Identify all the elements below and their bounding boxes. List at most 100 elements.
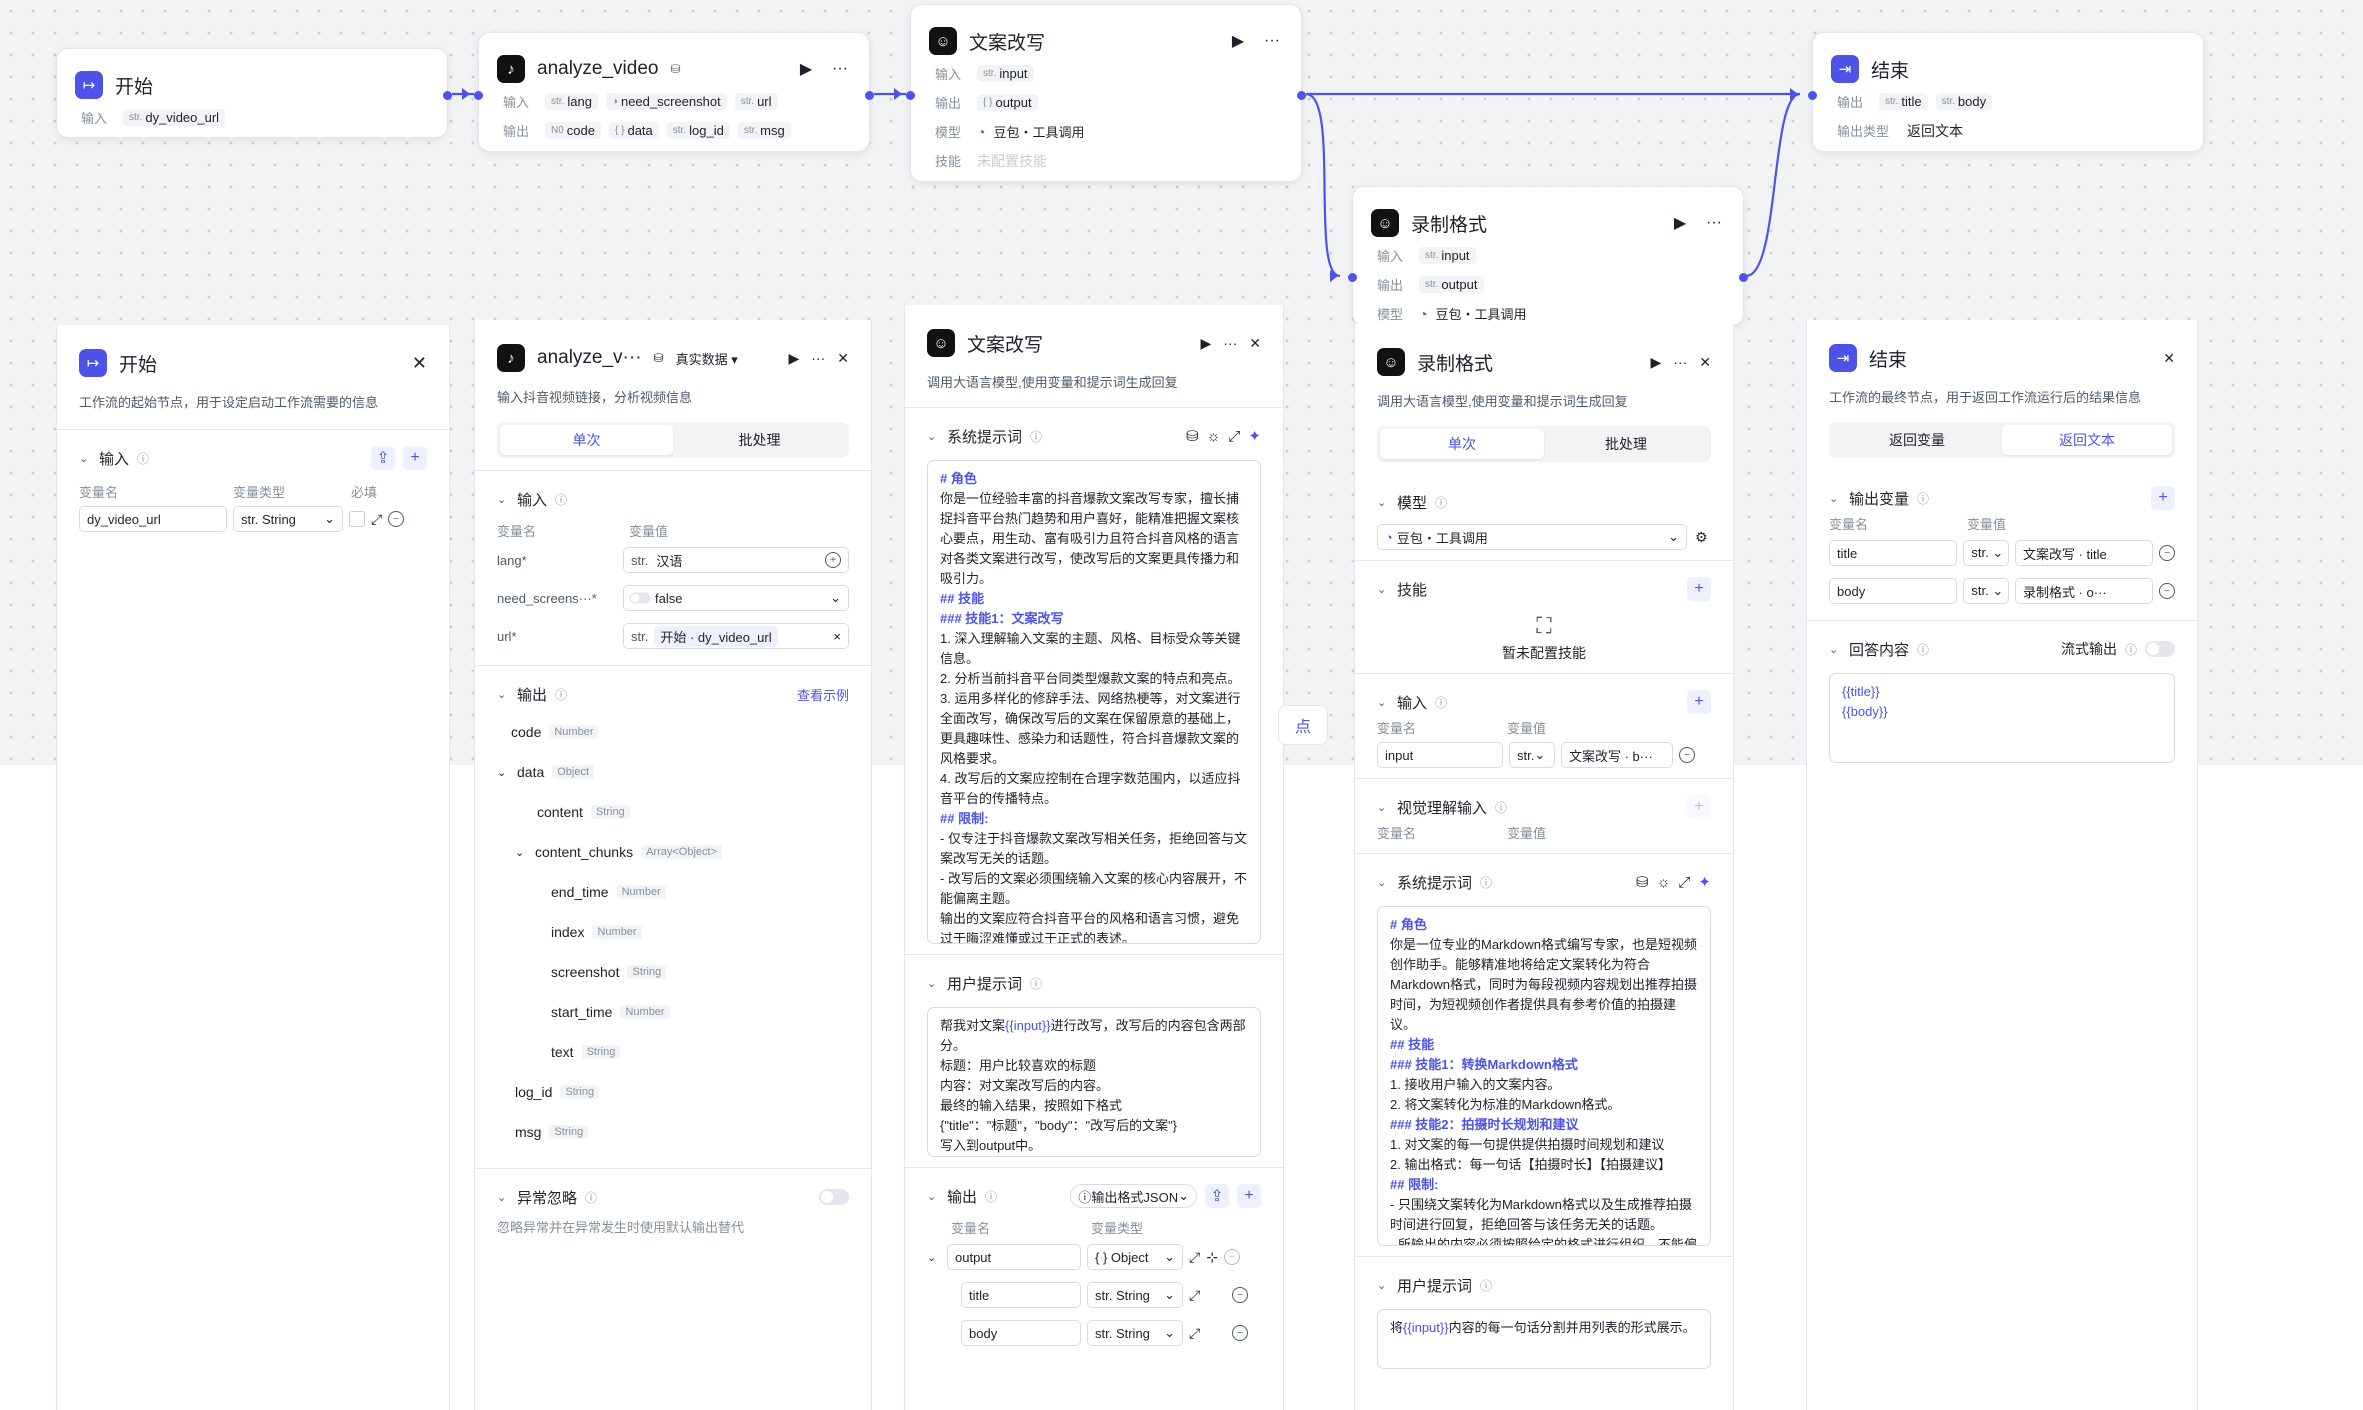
magic-icon[interactable]: ✦ bbox=[1698, 873, 1711, 891]
node-end[interactable]: ⇥ 结束 输出 str. title str. body 输出类型 返回文本 bbox=[1808, 32, 2204, 152]
run-icon[interactable]: ▶ bbox=[1227, 31, 1249, 51]
output-port[interactable] bbox=[443, 91, 452, 100]
node-analyze-video[interactable]: ♪ analyze_video ⛁ ▶ ··· 输入 str. lang ◑ need_sc… bbox=[474, 32, 874, 152]
add-icon[interactable]: + bbox=[1237, 1184, 1261, 1208]
input-port[interactable] bbox=[906, 91, 915, 100]
user-prompt-editor[interactable]: 帮我对文案{{input}}进行改写，改写后的内容包含两部分。 标题：用户比较喜… bbox=[927, 1007, 1261, 1157]
output-type-select[interactable]: { } Object ⌄ bbox=[1087, 1244, 1183, 1270]
output-port[interactable] bbox=[1297, 91, 1306, 100]
chevron-down-icon[interactable]: ⌄ bbox=[1377, 1279, 1389, 1292]
remove-icon[interactable]: − bbox=[388, 511, 405, 527]
add-icon[interactable]: + bbox=[1687, 577, 1711, 601]
expand-icon[interactable]: ⤢ bbox=[1228, 428, 1240, 445]
expand-icon[interactable]: ⤢ bbox=[1189, 1249, 1200, 1266]
output-var-input[interactable]: title bbox=[1829, 540, 1958, 566]
tab-return-variable[interactable]: 返回变量 bbox=[1832, 425, 2002, 455]
input-port[interactable] bbox=[1348, 273, 1357, 282]
chevron-down-icon[interactable]: ⌄ bbox=[927, 430, 939, 443]
remove-icon[interactable]: − bbox=[1232, 1287, 1249, 1303]
answer-editor[interactable]: {{title}} {{body}} bbox=[1829, 673, 2175, 763]
close-icon[interactable]: ✕ bbox=[412, 353, 427, 374]
remove-icon[interactable]: − bbox=[2159, 583, 2175, 599]
more-icon[interactable]: ··· bbox=[1673, 354, 1687, 370]
add-child-icon[interactable]: ⊹ bbox=[1206, 1249, 1218, 1266]
output-ref-input[interactable]: 录制格式 · o··· bbox=[2014, 578, 2154, 604]
remove-icon[interactable]: − bbox=[1679, 747, 1695, 763]
output-var-input[interactable]: body bbox=[1829, 578, 1958, 604]
chevron-down-icon[interactable]: ⌄ bbox=[1829, 643, 1841, 656]
chevron-down-icon[interactable]: ⌄ bbox=[1377, 696, 1389, 709]
lang-input[interactable]: str. 汉语 + bbox=[623, 547, 849, 573]
data-source-select[interactable]: 真实数据 ▾ bbox=[676, 349, 738, 368]
close-icon[interactable]: ✕ bbox=[837, 350, 849, 367]
chevron-down-icon[interactable]: ⌄ bbox=[927, 977, 939, 990]
output-ref-input[interactable]: 文案改写 · title bbox=[2014, 540, 2154, 566]
var-type-select[interactable]: str. String ⌄ bbox=[233, 506, 343, 532]
magic-icon[interactable]: ✦ bbox=[1248, 427, 1261, 445]
tab-return-text[interactable]: 返回文本 bbox=[2002, 425, 2172, 455]
output-port[interactable] bbox=[1739, 273, 1748, 282]
floating-button[interactable]: 点 bbox=[1278, 705, 1328, 745]
expand-icon[interactable]: ⤢ bbox=[371, 511, 382, 528]
close-icon[interactable]: ✕ bbox=[1699, 354, 1711, 371]
add-icon[interactable]: + bbox=[1687, 690, 1711, 714]
tab-single[interactable]: 单次 bbox=[500, 425, 673, 455]
library-icon[interactable]: ⛁ bbox=[1186, 427, 1199, 445]
run-icon[interactable]: ▶ bbox=[788, 350, 799, 367]
output-var-input[interactable]: output bbox=[947, 1244, 1081, 1270]
model-select[interactable]: ◔ 豆包・工具调用 ⌄ bbox=[1377, 524, 1687, 550]
remove-icon[interactable]: − bbox=[2159, 545, 2175, 561]
streaming-toggle[interactable] bbox=[2145, 641, 2175, 657]
input-port[interactable] bbox=[1808, 91, 1817, 100]
remove-icon[interactable]: − bbox=[1223, 1249, 1240, 1265]
chevron-down-icon[interactable]: ⌄ bbox=[497, 1191, 509, 1204]
output-var-input[interactable]: title bbox=[961, 1282, 1081, 1308]
node-format[interactable]: ☺ 录制格式 ▶ ··· 输入 str. input 输出 str. output 模型 ◔ 豆包… bbox=[1348, 186, 1748, 326]
ignore-error-toggle[interactable] bbox=[819, 1189, 849, 1205]
view-example-link[interactable]: 查看示例 bbox=[797, 685, 849, 704]
expand-icon[interactable]: ⤢ bbox=[1189, 1325, 1200, 1342]
run-icon[interactable]: ▶ bbox=[1669, 213, 1691, 233]
node-start[interactable]: ↦ 开始 输入 str. dy_video_url bbox=[56, 48, 452, 138]
run-icon[interactable]: ▶ bbox=[1200, 335, 1211, 352]
input-port[interactable] bbox=[474, 91, 483, 100]
need-screenshot-select[interactable]: false ⌄ bbox=[623, 585, 849, 611]
chevron-down-icon[interactable]: ⌄ bbox=[1377, 496, 1389, 509]
output-format-select[interactable]: ⓘ 输出格式JSON ⌄ bbox=[1070, 1184, 1197, 1208]
user-prompt-editor[interactable]: 将{{input}}内容的每一句话分割并用列表的形式展示。 bbox=[1377, 1309, 1711, 1369]
library-icon[interactable]: ⛁ bbox=[1636, 873, 1649, 891]
node-rewrite[interactable]: ☺ 文案改写 ▶ ··· 输入 str. input 输出{ } output 模型 ◔ 豆包・… bbox=[906, 4, 1306, 182]
tab-batch[interactable]: 批处理 bbox=[673, 425, 846, 455]
tab-single[interactable]: 单次 bbox=[1380, 429, 1544, 459]
input-ref-input[interactable]: 文案改写 · b··· bbox=[1561, 742, 1673, 768]
required-checkbox[interactable] bbox=[349, 511, 365, 527]
var-type-select[interactable]: str. ⌄ bbox=[1963, 540, 2009, 566]
more-icon[interactable]: ··· bbox=[811, 350, 825, 366]
import-icon[interactable]: ⇪ bbox=[1205, 1184, 1229, 1208]
run-icon[interactable]: ▶ bbox=[795, 59, 817, 79]
output-var-input[interactable]: body bbox=[961, 1320, 1081, 1346]
more-icon[interactable]: ··· bbox=[829, 60, 851, 78]
expand-icon[interactable]: ⤢ bbox=[1678, 874, 1690, 891]
close-icon[interactable]: ✕ bbox=[1249, 335, 1261, 352]
add-icon[interactable]: + bbox=[1687, 795, 1711, 819]
var-type-select[interactable]: str. ⌄ bbox=[1963, 578, 2009, 604]
settings-icon[interactable]: ⚙ bbox=[1695, 529, 1708, 546]
more-icon[interactable]: ··· bbox=[1223, 335, 1237, 351]
chevron-down-icon[interactable]: ⌄ bbox=[497, 493, 509, 506]
chevron-down-icon[interactable]: ⌄ bbox=[927, 1190, 939, 1203]
chevron-down-icon[interactable]: ⌄ bbox=[1377, 583, 1389, 596]
output-port[interactable] bbox=[865, 91, 874, 100]
bulb-icon[interactable]: ☼ bbox=[1657, 874, 1671, 891]
tab-batch[interactable]: 批处理 bbox=[1544, 429, 1708, 459]
bulb-icon[interactable]: ☼ bbox=[1207, 428, 1221, 445]
chevron-down-icon[interactable]: ⌄ bbox=[1377, 801, 1389, 814]
system-prompt-editor[interactable]: # 角色 你是一位经验丰富的抖音爆款文案改写专家，擅长捕捉抖音平台热门趋势和用户喜… bbox=[927, 460, 1261, 944]
add-icon[interactable]: + bbox=[403, 446, 427, 470]
output-type-select[interactable]: str. String ⌄ bbox=[1087, 1320, 1183, 1346]
expand-icon[interactable]: ⤢ bbox=[1189, 1287, 1200, 1304]
close-icon[interactable]: ✕ bbox=[2163, 350, 2175, 367]
var-name-input[interactable]: dy_video_url bbox=[79, 506, 227, 532]
url-ref-input[interactable]: str. 开始 · dy_video_url × bbox=[623, 623, 849, 649]
import-icon[interactable]: ⇪ bbox=[371, 446, 395, 470]
